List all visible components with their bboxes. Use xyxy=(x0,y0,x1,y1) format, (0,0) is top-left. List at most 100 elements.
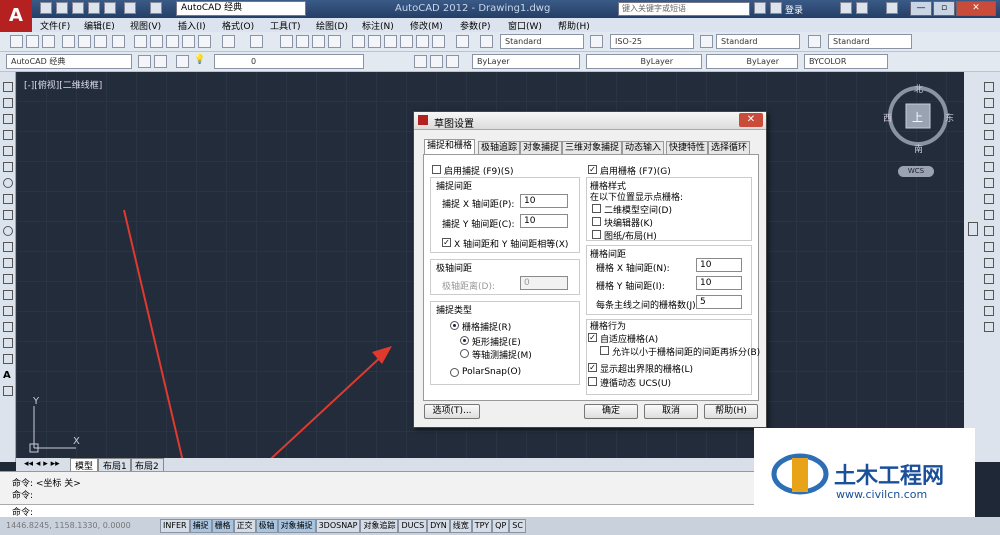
status-toggle-tpy[interactable]: TPY xyxy=(471,519,493,533)
break-icon[interactable] xyxy=(984,258,994,268)
dialog-close-icon[interactable]: ✕ xyxy=(739,113,763,127)
grid-x-input[interactable]: 10 xyxy=(696,258,742,272)
beyond-limits-checkbox[interactable]: ✓ xyxy=(588,363,597,372)
subdivide-checkbox[interactable] xyxy=(600,346,609,355)
grid-style-hint: 在以下位置显示点栅格: xyxy=(590,193,684,203)
drafting-settings-dialog: 草图设置 ✕ 捕捉和栅格 极轴追踪 对象捕捉 三维对象捕捉 动态输入 快捷特性 … xyxy=(413,111,767,428)
rect-snap-radio[interactable] xyxy=(460,336,469,345)
rect-snap-label: 矩形捕捉(E) xyxy=(472,338,521,348)
follow-ucs-checkbox[interactable] xyxy=(588,377,597,386)
snap-x-input[interactable]: 10 xyxy=(520,194,568,208)
help-button[interactable]: 帮助(H) xyxy=(704,404,758,419)
follow-ucs-label: 遵循动态 UCS(U) xyxy=(600,379,672,389)
grid-2d-label: 二维模型空间(D) xyxy=(604,206,672,216)
tab-snap-grid[interactable]: 捕捉和栅格 xyxy=(424,139,476,155)
status-toggle-对象追踪[interactable]: 对象追踪 xyxy=(360,519,399,533)
status-toggle-对象捕捉[interactable]: 对象捕捉 xyxy=(277,519,316,533)
grid-2d-checkbox[interactable] xyxy=(592,204,601,213)
grid-block-checkbox[interactable] xyxy=(592,217,601,226)
status-toggle-ducs[interactable]: DUCS xyxy=(398,519,428,533)
grid-sheet-label: 图纸/布局(H) xyxy=(604,232,657,242)
grid-behavior-title: 栅格行为 xyxy=(590,322,627,332)
equal-xy-label: X 轴间距和 Y 轴间距相等(X) xyxy=(454,240,569,250)
mirror-icon[interactable] xyxy=(984,114,994,124)
status-toggle-qp[interactable]: QP xyxy=(492,519,510,533)
array-icon[interactable] xyxy=(984,146,994,156)
adaptive-label: 自适应栅格(A) xyxy=(600,335,659,345)
snap-x-label: 捕捉 X 轴间距(P): xyxy=(442,200,515,210)
grid-snap-label: 栅格捕捉(R) xyxy=(462,323,512,333)
equal-xy-checkbox[interactable]: ✓ xyxy=(442,238,451,247)
grid-sheet-checkbox[interactable] xyxy=(592,230,601,239)
dialog-app-icon xyxy=(418,115,428,125)
move-icon[interactable] xyxy=(984,162,994,172)
tab-object-snap[interactable]: 对象捕捉 xyxy=(520,141,563,155)
watermark-url: www.civilcn.com xyxy=(836,488,928,501)
grid-spacing-title: 栅格间距 xyxy=(590,250,627,260)
dialog-title-bar[interactable]: 草图设置 ✕ xyxy=(414,112,766,130)
offset-icon[interactable] xyxy=(984,130,994,140)
options-button[interactable]: 选项(T)... xyxy=(424,404,480,419)
status-toggle-捕捉[interactable]: 捕捉 xyxy=(189,519,212,533)
status-toggle-栅格[interactable]: 栅格 xyxy=(211,519,234,533)
copy-object-icon[interactable] xyxy=(984,98,994,108)
status-toggle-正交[interactable]: 正交 xyxy=(233,519,256,533)
status-toggle-极轴[interactable]: 极轴 xyxy=(255,519,278,533)
rotate-icon[interactable] xyxy=(984,178,994,188)
snap-on-label: 启用捕捉 (F9)(S) xyxy=(444,167,514,177)
dialog-title: 草图设置 xyxy=(434,119,474,130)
polar-distance-input[interactable]: 0 xyxy=(520,276,568,290)
status-toggle-infer[interactable]: INFER xyxy=(160,519,190,533)
snap-spacing-title: 捕捉间距 xyxy=(436,182,473,192)
chamfer-icon[interactable] xyxy=(984,290,994,300)
grid-y-input[interactable]: 10 xyxy=(696,276,742,290)
tab-selection-cycling[interactable]: 选择循环 xyxy=(708,141,751,155)
major-label: 每条主线之间的栅格数(J): xyxy=(596,301,699,311)
grid-on-label: 启用栅格 (F7)(G) xyxy=(600,167,671,177)
cancel-button[interactable]: 取消 xyxy=(644,404,698,419)
status-toggle-线宽[interactable]: 线宽 xyxy=(449,519,472,533)
polar-snap-radio[interactable] xyxy=(450,368,459,377)
watermark-logo xyxy=(771,453,829,495)
status-toggle-dyn[interactable]: DYN xyxy=(427,519,450,533)
polar-distance-label: 极轴距离(D): xyxy=(442,282,495,292)
grid-y-label: 栅格 Y 轴间距(I): xyxy=(596,282,665,292)
snap-on-checkbox[interactable] xyxy=(432,165,441,174)
erase-icon[interactable] xyxy=(984,82,994,92)
grid-on-checkbox[interactable]: ✓ xyxy=(588,165,597,174)
polar-spacing-title: 极轴间距 xyxy=(436,264,473,274)
grid-x-label: 栅格 X 轴间距(N): xyxy=(596,264,670,274)
adaptive-checkbox[interactable]: ✓ xyxy=(588,333,597,342)
tab-polar-tracking[interactable]: 极轴追踪 xyxy=(478,141,521,155)
scale-icon[interactable] xyxy=(984,194,994,204)
beyond-limits-label: 显示超出界限的栅格(L) xyxy=(600,365,694,375)
coordinates-readout[interactable]: 1446.8245, 1158.1330, 0.0000 xyxy=(6,521,131,530)
grid-block-label: 块编辑器(K) xyxy=(604,219,653,229)
explode-icon[interactable] xyxy=(984,322,994,332)
fillet-icon[interactable] xyxy=(984,306,994,316)
tab-nav-first-icon[interactable]: ◂◂ ◂ ▸ ▸▸ xyxy=(24,459,60,469)
snap-y-input[interactable]: 10 xyxy=(520,214,568,228)
subdivide-label: 允许以小于栅格间距的间距再拆分(B) xyxy=(612,348,761,358)
status-bar: 1446.8245, 1158.1330, 0.0000 INFER 捕捉 栅格 正交… xyxy=(0,517,1000,535)
scrollbar-thumb[interactable] xyxy=(968,222,978,236)
command-history-line: 命令: xyxy=(12,491,34,501)
status-toggles: INFER 捕捉 栅格 正交 极轴 对象捕捉 3DOSNAP 对象追踪 DUCS DYN 线宽 TPY… xyxy=(160,517,526,535)
join-icon[interactable] xyxy=(984,274,994,284)
extend-icon[interactable] xyxy=(984,242,994,252)
status-toggle-sc[interactable]: SC xyxy=(509,519,526,533)
iso-snap-radio[interactable] xyxy=(460,349,469,358)
snap-grid-panel: 启用捕捉 (F9)(S) 捕捉间距 捕捉 X 轴间距(P): 10 捕捉 Y 轴… xyxy=(423,154,761,401)
stretch-icon[interactable] xyxy=(984,210,994,220)
major-input[interactable]: 5 xyxy=(696,295,742,309)
tab-quick-properties[interactable]: 快捷特性 xyxy=(666,141,709,155)
snap-type-title: 捕捉类型 xyxy=(436,306,473,316)
tab-dynamic-input[interactable]: 动态输入 xyxy=(622,141,665,155)
modify-toolbar xyxy=(964,72,1000,462)
trim-icon[interactable] xyxy=(984,226,994,236)
tab-3d-object-snap[interactable]: 三维对象捕捉 xyxy=(562,141,623,155)
status-toggle-3dosnap[interactable]: 3DOSNAP xyxy=(315,519,361,533)
grid-snap-radio[interactable] xyxy=(450,321,459,330)
ok-button[interactable]: 确定 xyxy=(584,404,638,419)
snap-y-label: 捕捉 Y 轴间距(C): xyxy=(442,220,515,230)
